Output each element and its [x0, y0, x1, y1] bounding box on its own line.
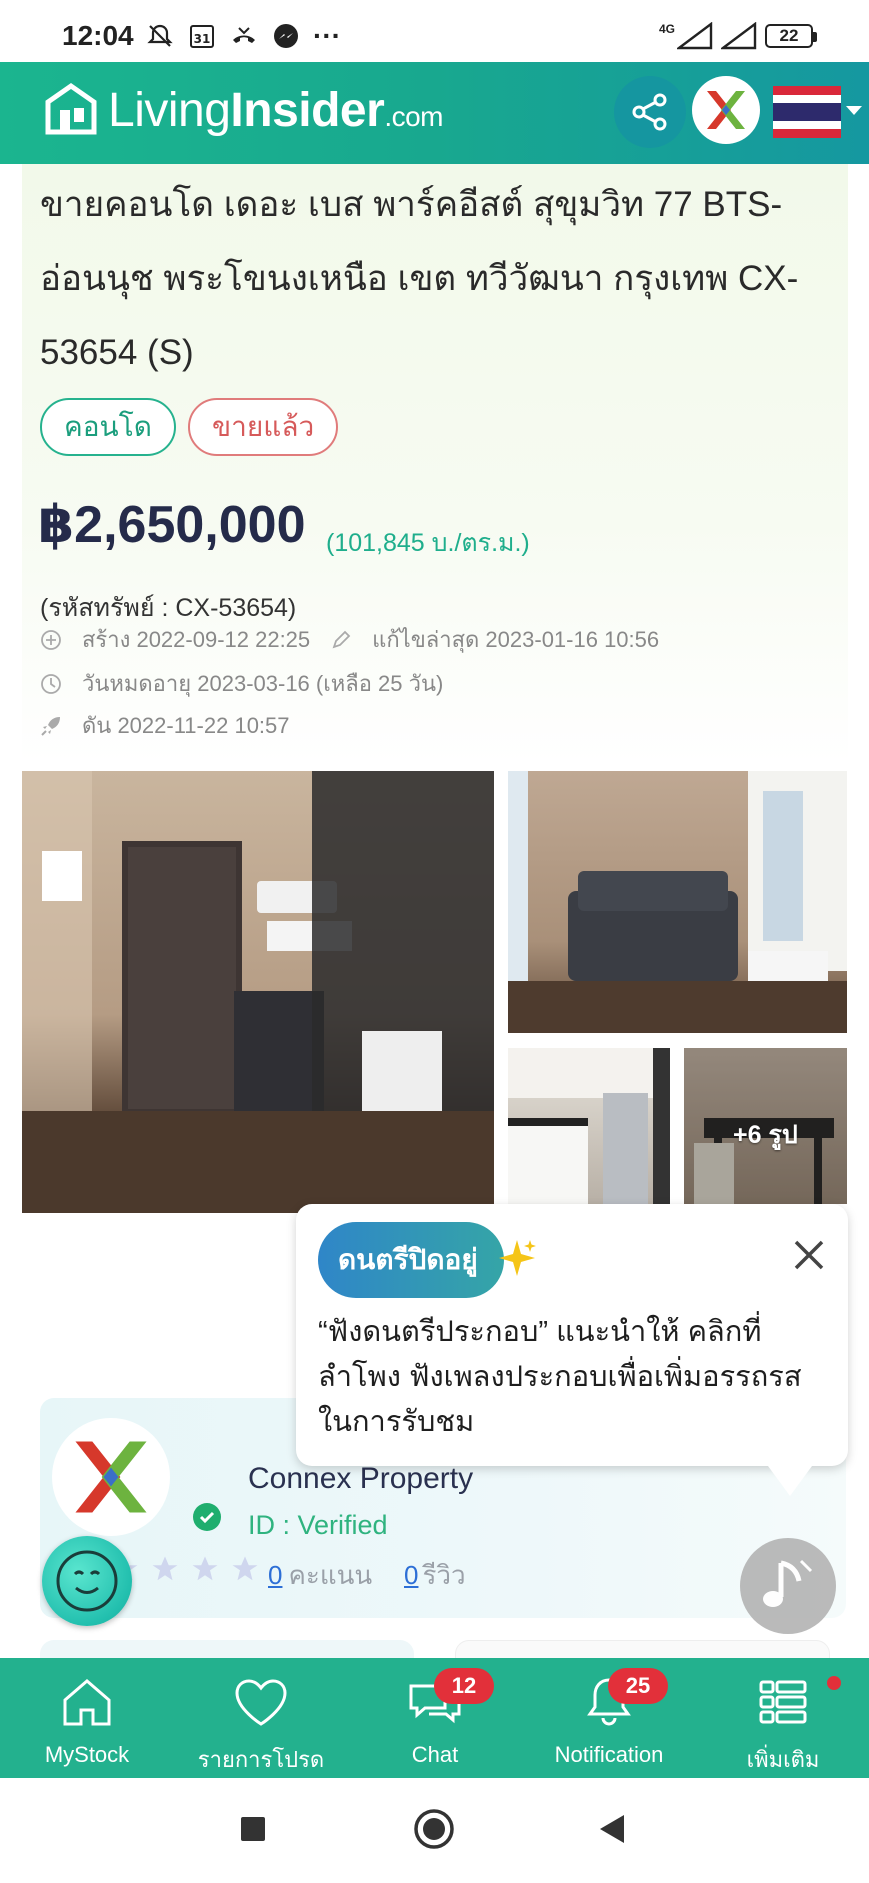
home-icon [63, 1679, 111, 1726]
language-caret-icon[interactable] [846, 106, 862, 115]
nav-more[interactable]: เพิ่มเติม [696, 1658, 869, 1778]
missed-call-icon [229, 21, 259, 51]
calendar-icon: 31 [187, 21, 217, 51]
star-icon [232, 1556, 258, 1581]
messenger-icon [271, 21, 301, 51]
feedback-smiley-button[interactable] [42, 1536, 132, 1626]
music-toggle-button[interactable] [740, 1538, 836, 1634]
status-notification-icons: 31 ··· [145, 20, 341, 52]
nav-chat[interactable]: Chat 12 [348, 1658, 522, 1778]
more-alert-dot [827, 1676, 841, 1690]
next-card-left [40, 1640, 414, 1660]
menu-list-icon [759, 1680, 807, 1724]
smiley-icon [56, 1550, 118, 1612]
connex-x-logo [75, 1441, 147, 1513]
home-button[interactable] [411, 1806, 457, 1852]
mute-bell-icon [145, 21, 175, 51]
pencil-icon [330, 629, 352, 651]
logo-wordmark: LivingInsider.com [108, 83, 443, 137]
star-icon [152, 1556, 178, 1581]
circle-home-icon [414, 1809, 454, 1849]
listing-title: ขายคอนโด เดอะ เบส พาร์คอีสต์ สุขุมวิท 77… [40, 185, 799, 372]
expire-date: วันหมดอายุ 2023-03-16 (เหลือ 25 วัน) [82, 671, 444, 696]
system-nav-bar [0, 1778, 869, 1883]
score-link[interactable]: 0 คะแนน [268, 1555, 372, 1596]
main-photo[interactable] [22, 771, 494, 1213]
signal-icon [677, 22, 713, 50]
more-photos-label[interactable]: +6 รูป [733, 1115, 798, 1155]
tag-condo[interactable]: คอนโด [40, 398, 176, 456]
meta-expire-row: วันหมดอายุ 2023-03-16 (เหลือ 25 วัน) [40, 666, 443, 701]
thai-flag-icon[interactable] [773, 86, 841, 138]
chat-badge: 12 [434, 1668, 494, 1704]
house-logo-icon [45, 82, 97, 135]
back-button[interactable] [588, 1806, 634, 1852]
meta-created-row: สร้าง 2022-09-12 22:25 แก้ไขล่าสุด 2023-… [40, 622, 659, 657]
living-room-photo[interactable] [508, 771, 847, 1033]
nav-chat-label: Chat [411, 1742, 459, 1767]
next-card-right [455, 1640, 830, 1660]
status-time: 12:04 [62, 20, 134, 51]
app-header: LivingInsider.com [0, 62, 869, 164]
last-edited-date: แก้ไขล่าสุด 2023-01-16 10:56 [372, 627, 660, 652]
square-icon [241, 1817, 265, 1841]
plus-circle-icon [40, 629, 62, 651]
nav-mystock-label: MyStock [44, 1742, 130, 1767]
agent-name[interactable]: Connex Property [248, 1462, 473, 1496]
music-tip-text: “ฟังดนตรีประกอบ” แนะนำให้ คลิกที่ลำโพง ฟ… [318, 1316, 802, 1438]
music-off-badge: ดนตรีปิดอยู่ [318, 1222, 504, 1298]
status-right: 4G 22 [658, 22, 817, 50]
heart-icon [235, 1679, 287, 1726]
nav-more-label: เพิ่มเติม [746, 1747, 820, 1772]
boost-date: ดัน 2022-11-22 10:57 [82, 713, 290, 738]
created-date: สร้าง 2022-09-12 22:25 [82, 627, 311, 652]
rocket-icon [40, 715, 62, 737]
back-triangle-icon [600, 1815, 624, 1843]
nav-notification-label: Notification [554, 1742, 664, 1767]
share-icon [632, 93, 667, 131]
recents-button[interactable] [230, 1806, 276, 1852]
meta-boost-row: ดัน 2022-11-22 10:57 [40, 708, 290, 743]
nav-notification[interactable]: Notification 25 [522, 1658, 696, 1778]
tag-sold: ขายแล้ว [188, 398, 339, 456]
bottom-nav: MyStock รายการโปรด Chat 12 Notification … [0, 1658, 869, 1778]
close-icon[interactable] [790, 1236, 828, 1274]
nav-favorites-label: รายการโปรด [197, 1747, 325, 1772]
rating-stars [110, 1554, 260, 1584]
user-avatar[interactable] [692, 76, 760, 144]
livinginsider-logo[interactable]: LivingInsider.com [44, 80, 443, 140]
svg-text:31: 31 [194, 32, 211, 46]
nav-favorites[interactable]: รายการโปรด [174, 1658, 348, 1778]
agent-logo[interactable] [52, 1418, 170, 1536]
status-bar: 12:04 31 ··· 4G 22 [0, 0, 869, 62]
reviews-link[interactable]: 0 รีวิว [404, 1555, 466, 1596]
nav-mystock[interactable]: MyStock [0, 1658, 174, 1778]
listing-price: ฿2,650,000 [38, 496, 306, 554]
clock-icon [40, 673, 62, 695]
share-button[interactable] [614, 76, 686, 148]
connex-x-logo [707, 91, 745, 129]
network-label: 4G [658, 22, 675, 36]
battery-icon: 22 [765, 24, 817, 48]
price-per-sqm: (101,845 บ./ตร.ม.) [326, 529, 530, 557]
sparkle-icon [499, 1240, 536, 1276]
signal-icon-2 [721, 22, 757, 50]
more-notifications-icon: ··· [313, 20, 341, 51]
kitchen-photo[interactable] [508, 1048, 670, 1204]
notification-badge: 25 [608, 1668, 668, 1704]
agent-id: ID : Verified [248, 1510, 388, 1540]
music-note-icon [763, 1559, 813, 1607]
star-icon [192, 1556, 218, 1581]
verified-check-icon [193, 1503, 221, 1531]
